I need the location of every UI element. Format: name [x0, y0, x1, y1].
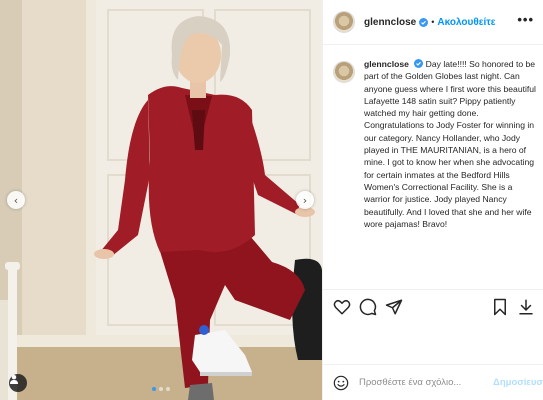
photo-illustration [0, 0, 322, 400]
following-button[interactable]: Ακολουθείτε [437, 17, 495, 28]
post-comment-button[interactable]: Δημοσίευση [493, 377, 543, 388]
post-header: glennclose • Ακολουθείτε ••• [323, 0, 543, 45]
tagged-users-button[interactable] [9, 374, 27, 392]
caption-text-block: glennclose Day late!!!! So honored to be… [364, 58, 538, 230]
download-icon[interactable] [517, 298, 535, 316]
caption-username[interactable]: glennclose [364, 59, 409, 69]
header-username[interactable]: glennclose [364, 17, 416, 28]
carousel-dot [159, 387, 163, 391]
paper-plane-icon[interactable] [385, 298, 403, 316]
post-sidebar: glennclose • Ακολουθείτε ••• glennclose … [322, 0, 543, 400]
avatar[interactable] [333, 11, 355, 33]
carousel-dot [166, 387, 170, 391]
more-options-icon[interactable]: ••• [517, 12, 534, 27]
comment-input[interactable] [359, 377, 491, 388]
caption-avatar[interactable] [333, 61, 355, 83]
emoji-icon[interactable] [333, 375, 349, 391]
comment-bar: Δημοσίευση [323, 364, 543, 400]
carousel-dot [152, 387, 156, 391]
bookmark-icon[interactable] [491, 298, 509, 316]
carousel-next-button[interactable]: › [296, 191, 314, 209]
comment-icon[interactable] [359, 298, 377, 316]
caption-block: glennclose Day late!!!! So honored to be… [333, 58, 538, 230]
post-photo[interactable]: ‹ › [0, 0, 322, 400]
carousel-prev-button[interactable]: ‹ [7, 191, 25, 209]
verified-badge-icon [419, 17, 429, 27]
caption-body: Day late!!!! So honored to be part of th… [364, 59, 536, 229]
person-icon [10, 375, 18, 384]
chevron-right-icon: › [302, 193, 308, 207]
chevron-left-icon: ‹ [13, 193, 19, 207]
carousel-indicator [152, 387, 170, 391]
header-separator: • [431, 17, 435, 27]
heart-icon[interactable] [333, 298, 351, 316]
verified-badge-icon [414, 59, 424, 68]
action-bar [323, 289, 543, 321]
